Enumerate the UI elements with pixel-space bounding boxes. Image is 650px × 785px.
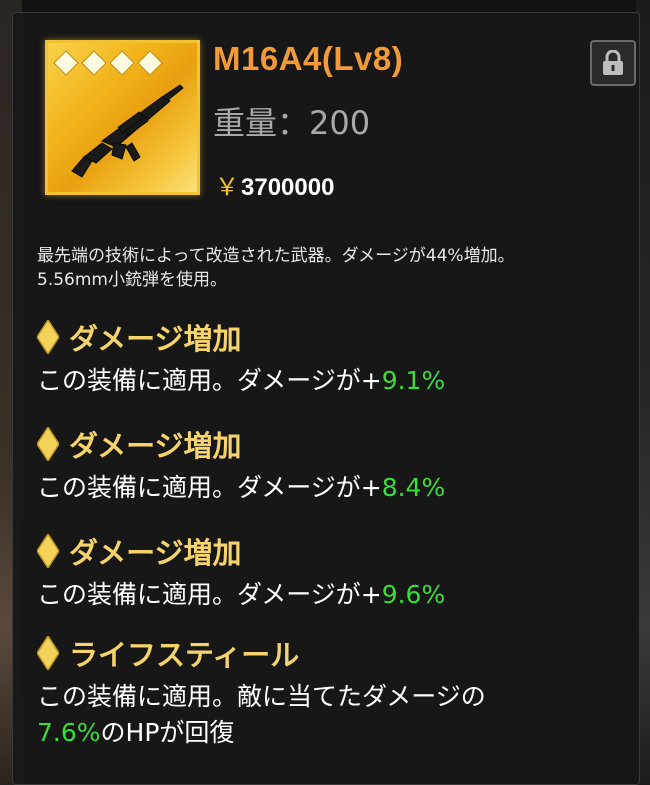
effect-2: ダメージ増加 この装備に適用。ダメージが+8.4% — [37, 424, 637, 506]
diamond-icon — [37, 320, 59, 354]
effect-description: この装備に適用。ダメージが+9.6% — [37, 577, 637, 613]
rarity-star-icon — [81, 50, 107, 76]
lock-icon — [603, 50, 623, 75]
diamond-icon — [37, 636, 59, 670]
effect-text: この装備に適用。ダメージが+ — [37, 580, 382, 609]
effect-title: ライフスティール — [37, 633, 637, 673]
currency-symbol: ￥ — [215, 174, 239, 201]
effect-3: ダメージ増加 この装備に適用。ダメージが+9.6% — [37, 531, 637, 613]
effect-title-text: ダメージ増加 — [69, 322, 242, 356]
effect-description: この装備に適用。敵に当てたダメージの 7.6%のHPが回復 — [37, 679, 637, 751]
diamond-icon — [37, 534, 59, 568]
effect-1: ダメージ増加 この装備に適用。ダメージが+9.1% — [37, 317, 637, 399]
description-line-1: 最先端の技術によって改造された武器。ダメージが44%増加。 — [37, 246, 515, 266]
description-line-2: 5.56mm小銃弾を使用。 — [37, 270, 227, 290]
effect-value: 9.1% — [381, 366, 446, 395]
effect-title: ダメージ増加 — [37, 424, 637, 464]
diamond-icon — [37, 427, 59, 461]
effect-value: 9.6% — [381, 580, 446, 609]
effect-text-suffix: のHPが回復 — [100, 718, 235, 747]
item-price: ￥3700000 — [215, 167, 334, 202]
price-value: 3700000 — [241, 174, 335, 201]
effect-value: 7.6% — [37, 718, 101, 747]
item-name: M16A4(Lv8) — [213, 40, 404, 77]
item-weight: 重量：200 — [213, 104, 371, 142]
effect-title-text: ライフスティール — [69, 638, 300, 672]
effect-description: この装備に適用。ダメージが+9.1% — [37, 363, 637, 399]
effect-title-text: ダメージ増加 — [69, 429, 242, 463]
rarity-star-icon — [109, 50, 135, 76]
rarity-star-icon — [53, 50, 79, 76]
effect-title: ダメージ増加 — [37, 531, 637, 571]
item-description: 最先端の技術によって改造された武器。ダメージが44%増加。 5.56mm小銃弾を… — [37, 244, 637, 292]
assault-rifle-icon — [71, 84, 184, 178]
effect-title-text: ダメージ増加 — [69, 536, 242, 570]
lock-button[interactable] — [590, 40, 636, 86]
effect-text: この装備に適用。敵に当てたダメージの — [37, 682, 486, 711]
effect-title: ダメージ増加 — [37, 317, 637, 357]
effect-4: ライフスティール この装備に適用。敵に当てたダメージの 7.6%のHPが回復 — [37, 633, 637, 751]
effect-text: この装備に適用。ダメージが+ — [37, 366, 382, 395]
effect-text: この装備に適用。ダメージが+ — [37, 473, 382, 502]
rarity-stars — [53, 50, 163, 76]
effect-value: 8.4% — [381, 473, 446, 502]
item-icon-frame — [45, 40, 200, 195]
effect-description: この装備に適用。ダメージが+8.4% — [37, 470, 637, 506]
rarity-star-icon — [137, 50, 163, 76]
